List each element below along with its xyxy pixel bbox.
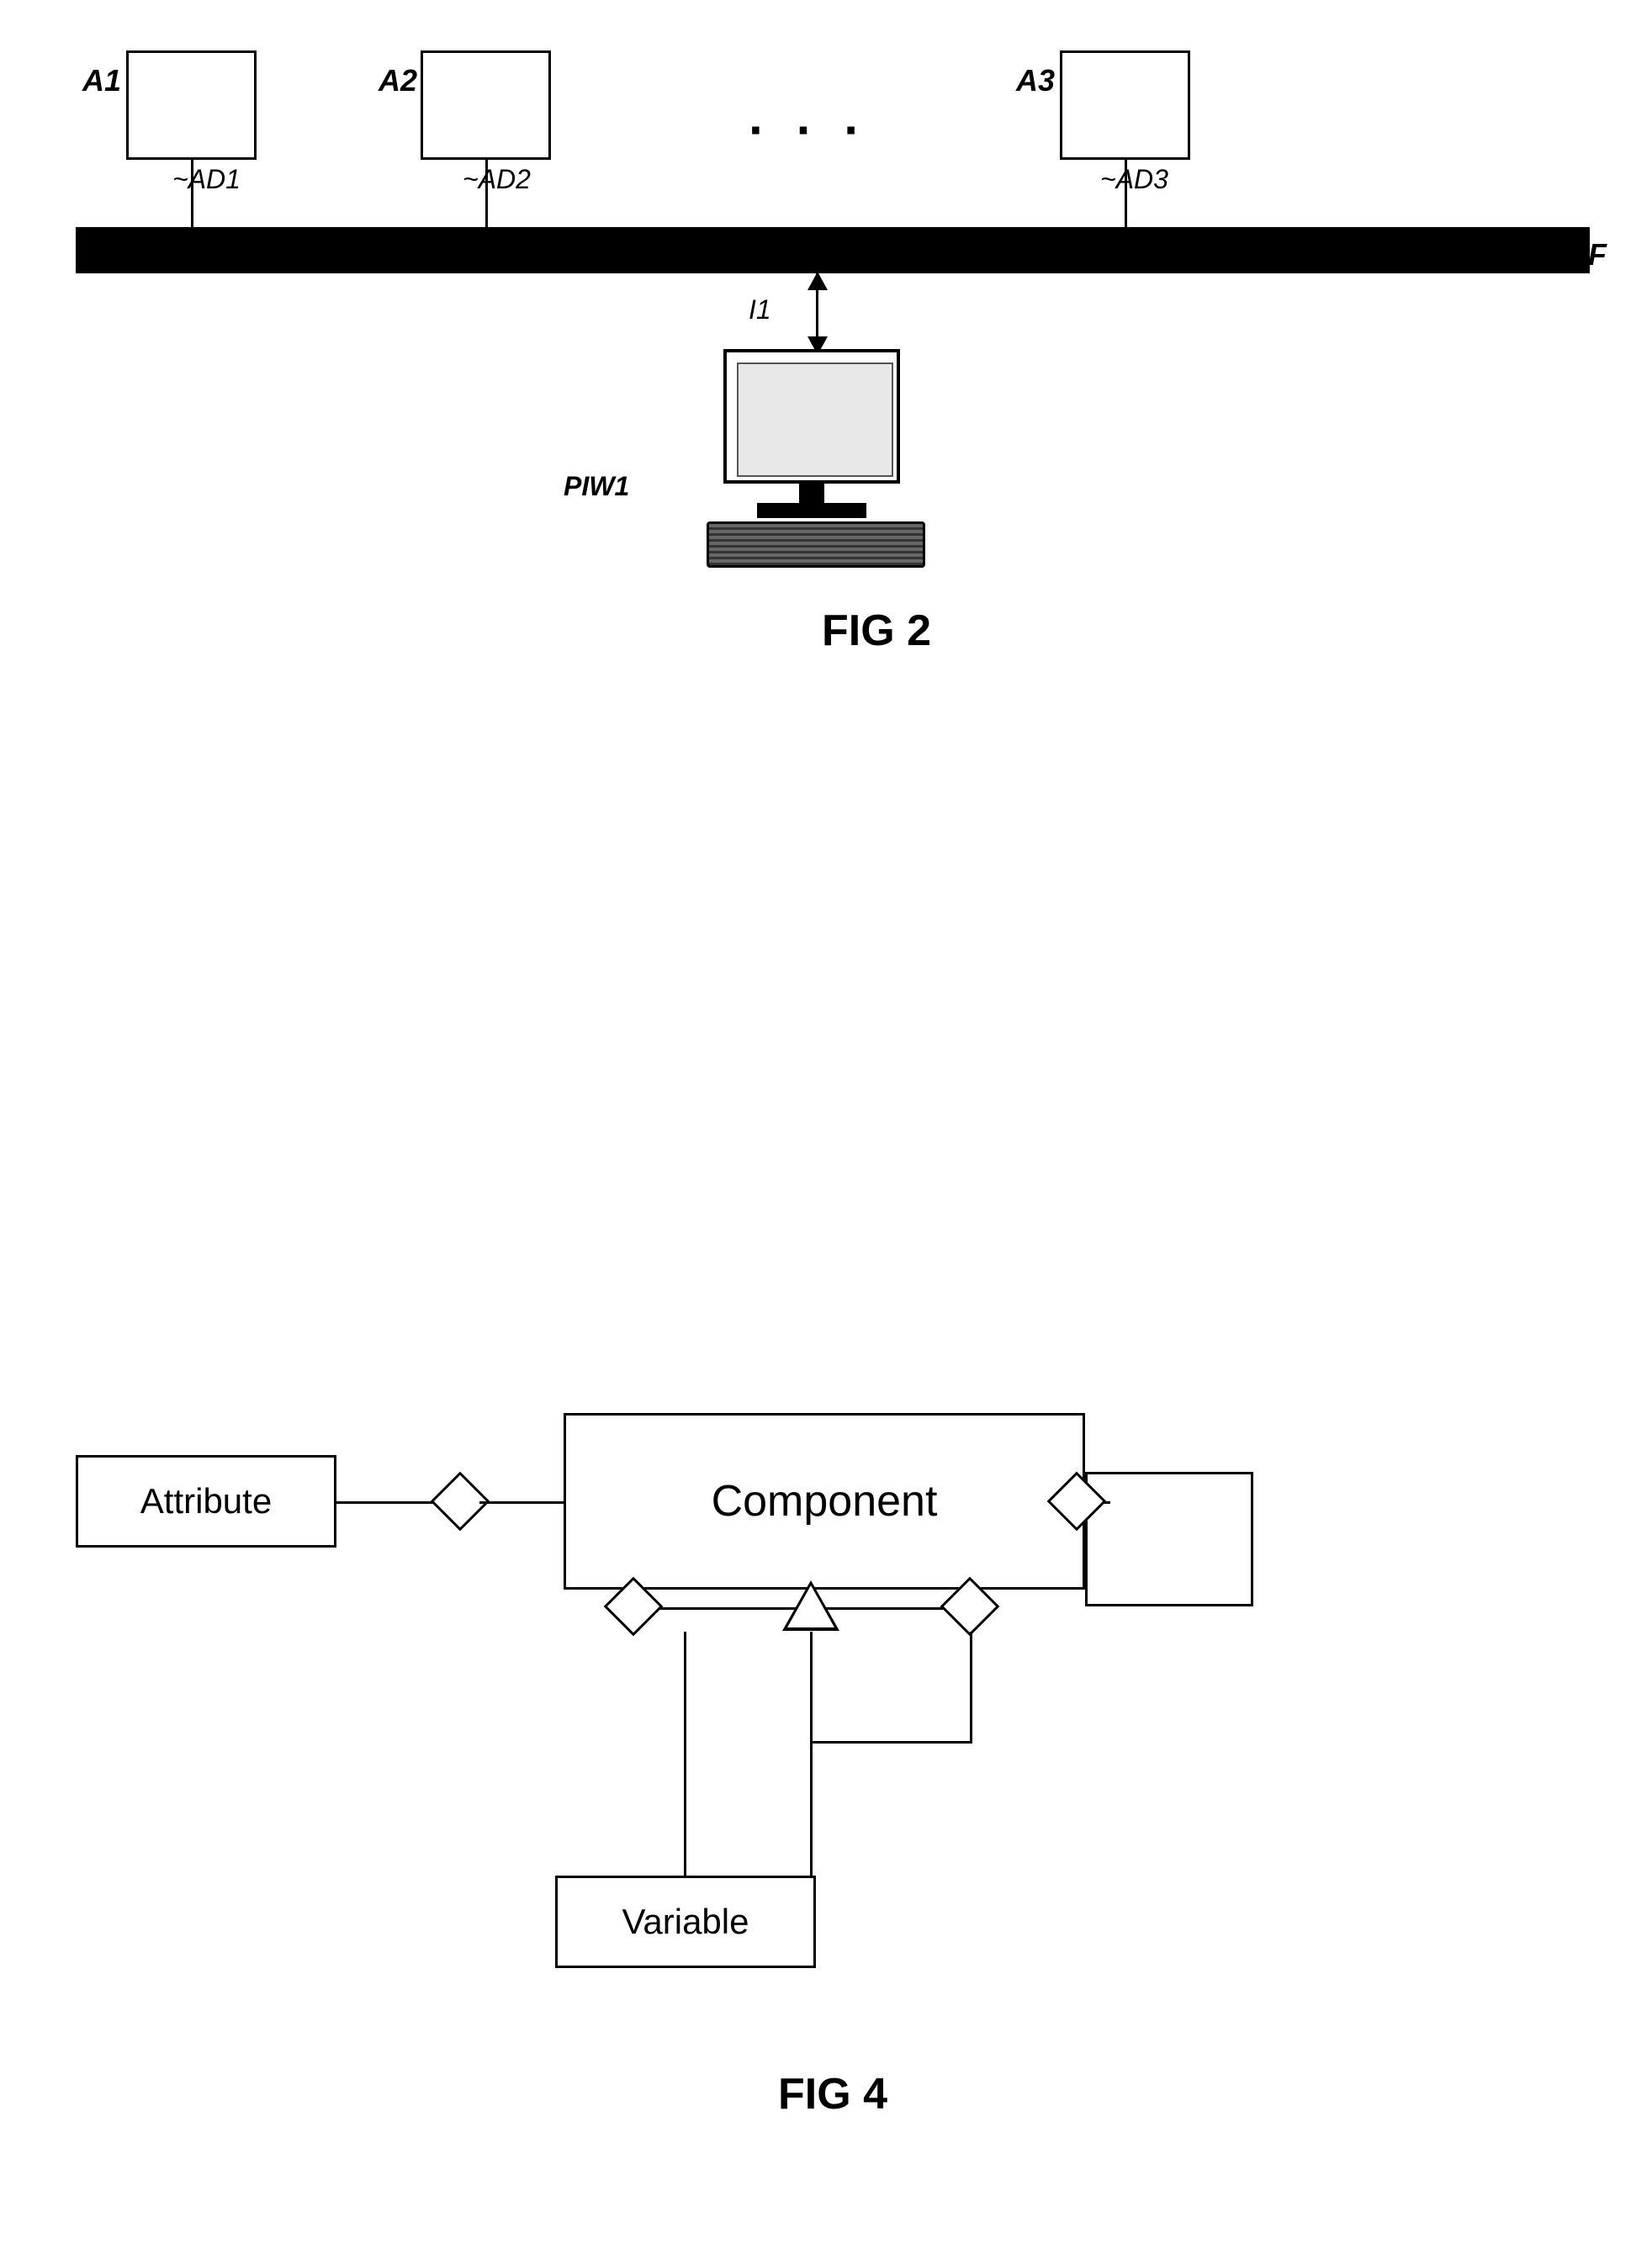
fig4-caption: FIG 4 [50,2069,1615,2119]
page: A1 A2 · · · A3 ~AD1 ~AD2 ~AD3 IF I1 [0,0,1652,2249]
agent-a1-box [126,50,257,160]
variable-box: Variable [555,1876,816,1968]
monitor-inner [737,362,893,477]
attribute-box: Attribute [76,1455,336,1548]
adapter-ad1-line [191,160,193,230]
monitor-neck [799,484,824,505]
agent-a3-label: A3 [1016,63,1055,98]
vline-right [970,1632,972,1741]
if-label: IF [1580,237,1607,273]
component-box: Component [564,1413,1085,1590]
fig4-diagram: Attribute Component [50,1346,1615,2162]
line-diamond-to-comp [479,1501,564,1504]
bus-bar [76,227,1590,273]
adapter-ad2-label: ~AD2 [463,164,531,195]
variable-label: Variable [622,1902,749,1942]
computer-workstation [690,349,950,568]
vline-left [684,1632,686,1876]
fig2-diagram: A1 A2 · · · A3 ~AD1 ~AD2 ~AD3 IF I1 [50,34,1615,664]
agent-a2-label: A2 [379,63,417,98]
keyboard [707,521,925,568]
monitor-screen [723,349,900,484]
line-attr-to-diamond [336,1501,446,1504]
dots-separator: · · · [749,101,869,159]
agent-a2-box [421,50,551,160]
fig2-caption: FIG 2 [50,606,1652,656]
agent-a3-box [1060,50,1190,160]
vline-mid [810,1632,813,1876]
piw1-label: PIW1 [564,471,629,502]
adapter-ad2-line [485,160,488,230]
adapter-ad1-label: ~AD1 [172,164,241,195]
adapter-ad3-label: ~AD3 [1100,164,1168,195]
monitor-stand [757,503,866,518]
attribute-label: Attribute [140,1481,272,1521]
hline-mid-right [810,1741,972,1744]
agent-a1-label: A1 [82,63,121,98]
component-right-box [1085,1472,1253,1606]
component-label: Component [712,1476,938,1527]
triangle-icon [787,1585,834,1627]
adapter-ad3-line [1125,160,1127,230]
i1-label: I1 [749,294,771,325]
